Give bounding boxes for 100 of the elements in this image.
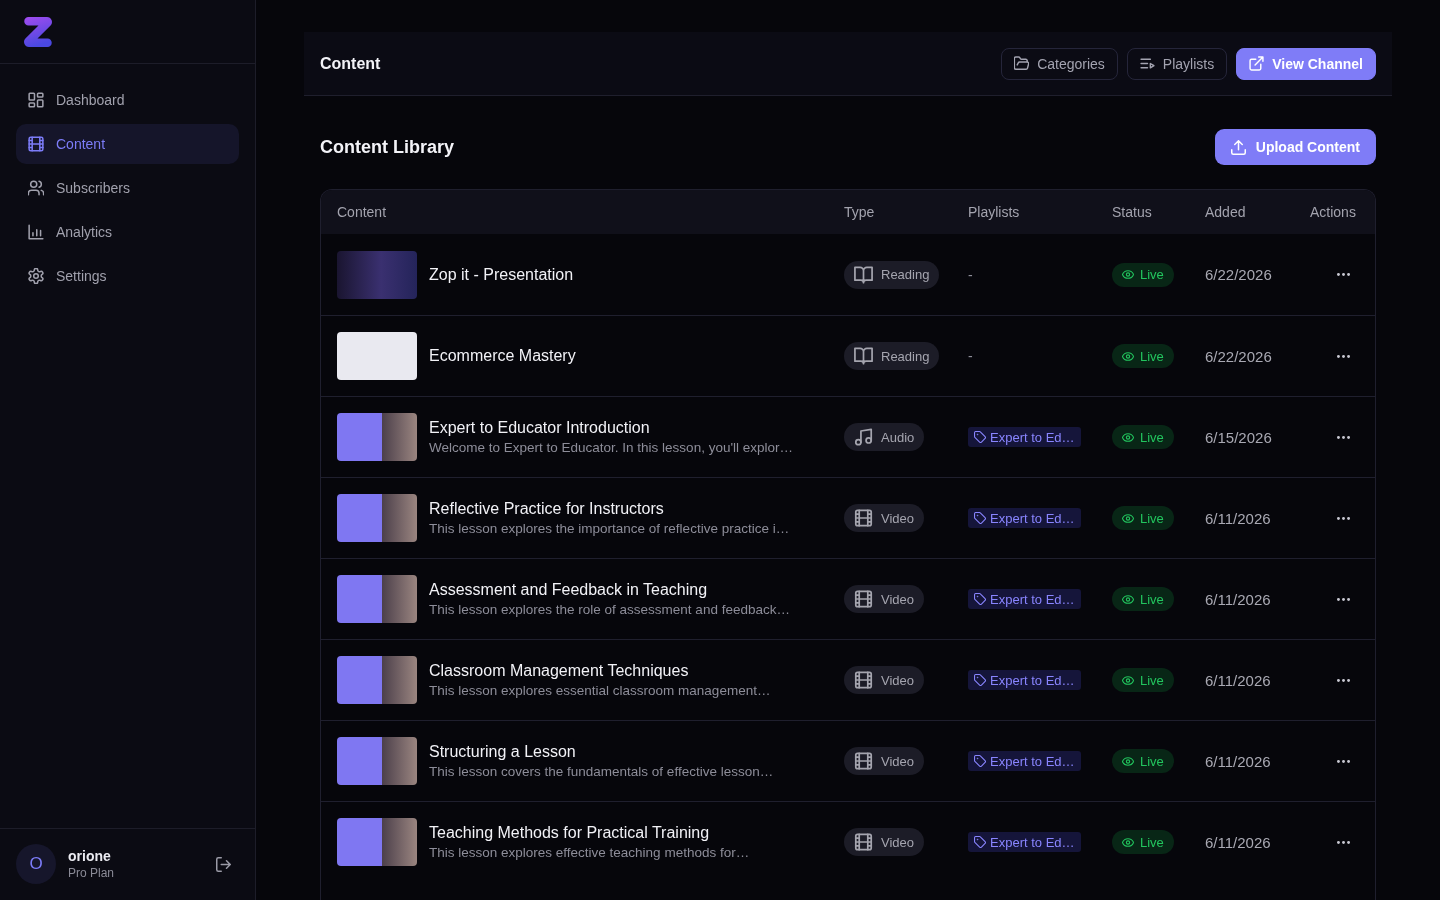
date-added: 6/15/2026 bbox=[1205, 428, 1272, 446]
users-icon bbox=[28, 180, 44, 196]
content-title[interactable]: Teaching Methods for Practical Training bbox=[429, 824, 750, 842]
content-title[interactable]: Reflective Practice for Instructors bbox=[429, 500, 790, 518]
date-added: 6/11/2026 bbox=[1205, 833, 1271, 851]
eye-icon bbox=[1122, 594, 1134, 604]
type-badge: Video bbox=[844, 747, 924, 775]
nav-item[interactable]: Content bbox=[16, 124, 239, 164]
nav-item[interactable]: Dashboard bbox=[16, 80, 239, 120]
settings-icon bbox=[28, 268, 44, 284]
film-icon bbox=[854, 590, 873, 608]
content-description: This lesson explores essential classroom management… bbox=[429, 683, 771, 698]
film-icon bbox=[854, 509, 873, 527]
tag-icon bbox=[974, 512, 986, 524]
nav-item[interactable]: Settings bbox=[16, 256, 239, 296]
date-added: 6/22/2026 bbox=[1205, 347, 1272, 365]
eye-icon bbox=[1122, 675, 1134, 685]
type-badge: Video bbox=[844, 504, 924, 532]
status-badge: Live bbox=[1112, 262, 1174, 287]
eye-icon bbox=[1122, 432, 1134, 442]
playlist-icon bbox=[1139, 56, 1155, 71]
film-icon bbox=[854, 833, 873, 851]
film-icon bbox=[854, 671, 873, 689]
logout-button[interactable] bbox=[216, 856, 231, 872]
external-link-icon bbox=[1249, 56, 1265, 71]
content-description: This lesson covers the fundamentals of effective lesson… bbox=[429, 764, 774, 779]
folder-icon bbox=[1014, 56, 1030, 71]
more-icon bbox=[1336, 516, 1350, 520]
more-icon bbox=[1336, 273, 1350, 276]
date-added: 6/11/2026 bbox=[1205, 752, 1271, 770]
user-plan: Pro Plan bbox=[68, 865, 116, 881]
section-title: Content Library bbox=[320, 136, 454, 158]
column-header: Status bbox=[1111, 204, 1153, 220]
content-title[interactable]: Classroom Management Techniques bbox=[429, 662, 771, 680]
content-description: This lesson explores effective teaching methods for… bbox=[429, 845, 750, 860]
content-description: Welcome to Expert to Educator. In this lesson, you'll explor… bbox=[429, 440, 793, 455]
more-icon bbox=[1336, 759, 1350, 763]
empty-playlist: - bbox=[968, 266, 973, 283]
categories-button[interactable]: Categories bbox=[1001, 47, 1118, 80]
logout-icon bbox=[216, 856, 231, 872]
type-badge: Audio bbox=[844, 423, 925, 451]
tag-icon bbox=[974, 431, 986, 443]
content-title[interactable]: Zop it - Presentation bbox=[429, 265, 574, 284]
column-header: Type bbox=[843, 204, 876, 220]
status-badge: Live bbox=[1112, 587, 1174, 611]
date-added: 6/11/2026 bbox=[1205, 590, 1271, 608]
content-title[interactable]: Expert to Educator Introduction bbox=[429, 419, 793, 437]
user-avatar: O bbox=[16, 844, 56, 884]
logo-icon bbox=[24, 16, 52, 47]
empty-playlist: - bbox=[968, 348, 973, 364]
playlist-tag[interactable]: Expert to Ed… bbox=[968, 751, 1081, 771]
type-badge: Video bbox=[844, 666, 924, 694]
status-badge: Live bbox=[1112, 830, 1174, 854]
content-description: This lesson explores the role of assessment and feedback… bbox=[429, 602, 790, 617]
nav-item[interactable]: Analytics bbox=[16, 212, 239, 252]
tag-icon bbox=[974, 755, 986, 767]
more-icon bbox=[1336, 597, 1350, 601]
type-badge: Video bbox=[844, 828, 924, 856]
upload-icon bbox=[1230, 139, 1246, 155]
playlist-tag[interactable]: Expert to Ed… bbox=[968, 670, 1081, 690]
type-badge: Reading bbox=[844, 260, 940, 289]
playlist-tag[interactable]: Expert to Ed… bbox=[968, 508, 1081, 528]
eye-icon bbox=[1122, 756, 1134, 766]
column-header: Added bbox=[1204, 204, 1247, 220]
tag-icon bbox=[974, 593, 986, 605]
dashboard-icon bbox=[28, 92, 44, 108]
status-badge: Live bbox=[1112, 425, 1174, 449]
playlist-tag[interactable]: Expert to Ed… bbox=[968, 589, 1081, 609]
eye-icon bbox=[1122, 513, 1134, 523]
nav-item[interactable]: Subscribers bbox=[16, 168, 239, 208]
more-icon bbox=[1336, 840, 1350, 844]
eye-icon bbox=[1122, 270, 1134, 279]
playlist-tag[interactable]: Expert to Ed… bbox=[968, 427, 1081, 447]
type-badge: Video bbox=[844, 585, 924, 613]
more-icon bbox=[1336, 354, 1350, 358]
music-note-icon bbox=[854, 428, 873, 446]
page-title: Content bbox=[320, 54, 381, 73]
type-badge: Reading bbox=[844, 342, 940, 370]
column-header: Playlists bbox=[967, 204, 1021, 220]
more-icon bbox=[1336, 678, 1350, 682]
film-icon bbox=[854, 752, 873, 770]
bar-chart-icon bbox=[28, 224, 44, 240]
status-badge: Live bbox=[1112, 749, 1174, 773]
content-title[interactable]: Assessment and Feedback in Teaching bbox=[429, 581, 790, 599]
playlist-tag[interactable]: Expert to Ed… bbox=[968, 832, 1081, 852]
film-icon bbox=[28, 136, 44, 152]
eye-icon bbox=[1122, 351, 1134, 361]
tag-icon bbox=[974, 836, 986, 848]
status-badge: Live bbox=[1112, 506, 1174, 530]
date-added: 6/11/2026 bbox=[1205, 509, 1271, 527]
user-name: orione bbox=[68, 847, 112, 865]
playlists-button[interactable]: Playlists bbox=[1126, 47, 1228, 80]
content-title[interactable]: Ecommerce Mastery bbox=[429, 347, 576, 365]
content-description: This lesson explores the importance of reflective practice i… bbox=[429, 521, 790, 536]
column-header: Actions bbox=[1309, 204, 1357, 220]
column-header: Content bbox=[336, 204, 388, 220]
book-icon bbox=[854, 265, 873, 284]
status-badge: Live bbox=[1112, 668, 1174, 692]
content-title[interactable]: Structuring a Lesson bbox=[429, 743, 774, 761]
date-added: 6/22/2026 bbox=[1205, 266, 1272, 283]
